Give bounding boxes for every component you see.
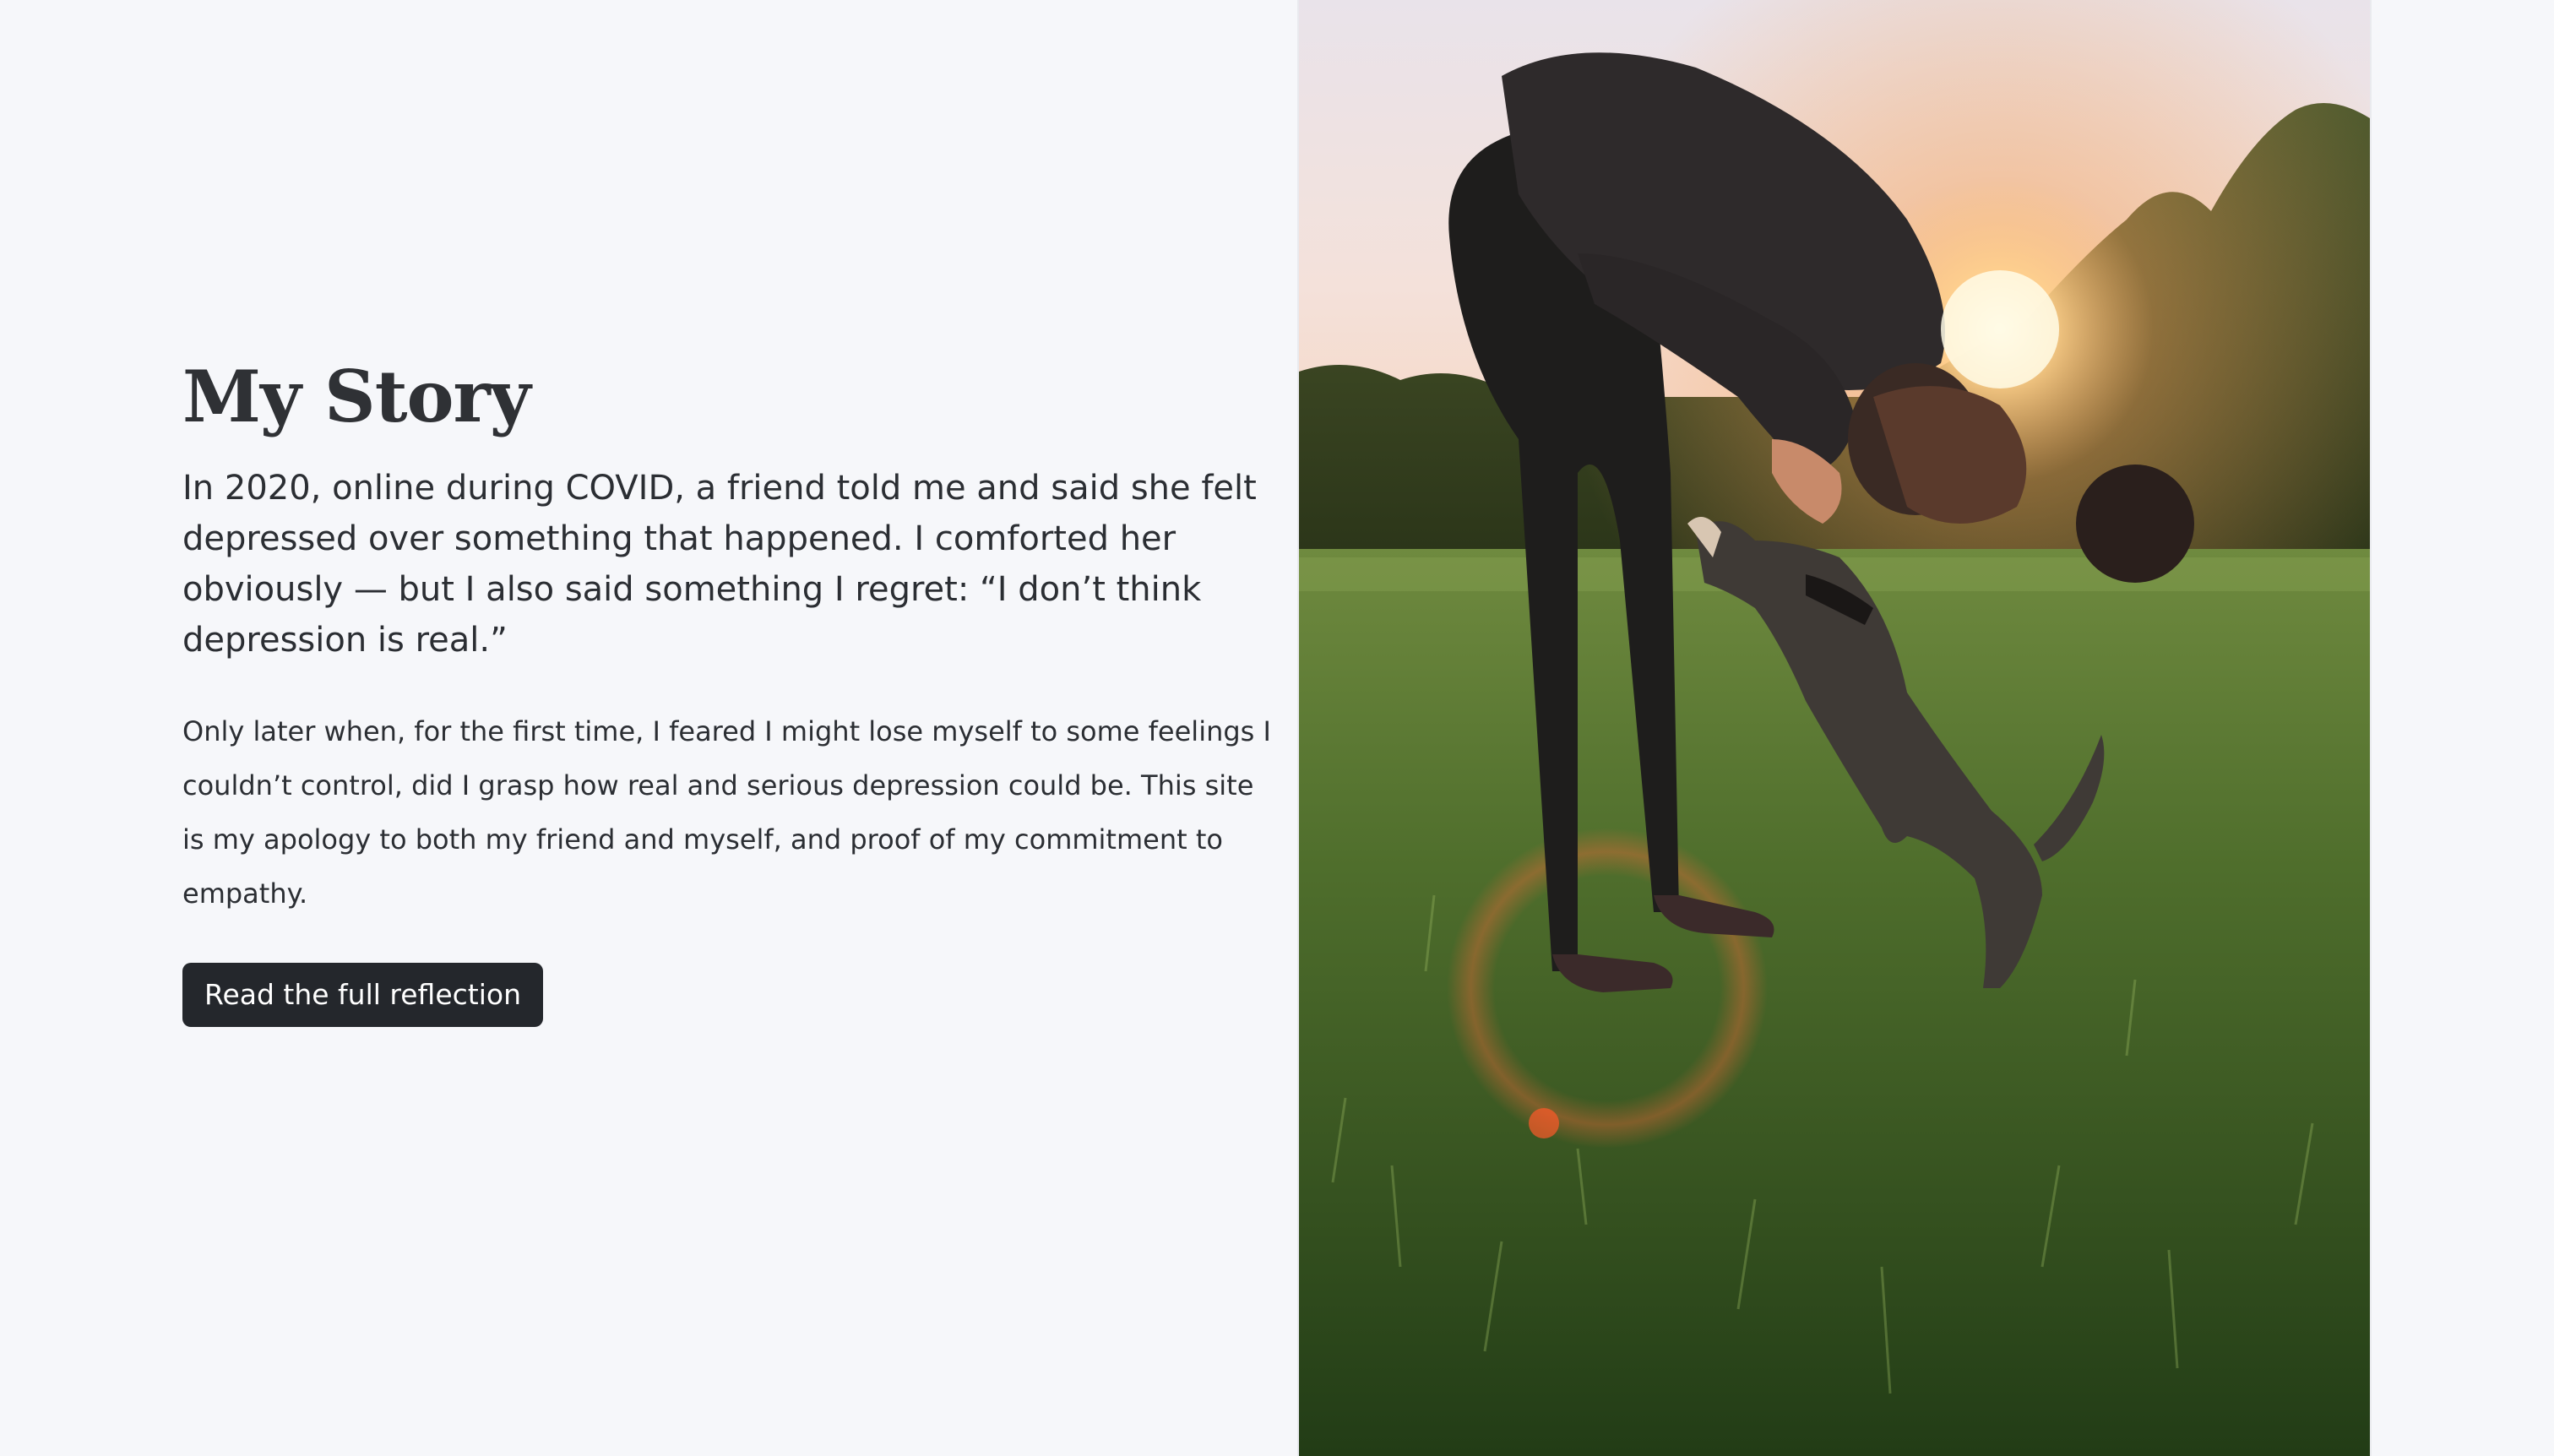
read-full-reflection-button[interactable]: Read the full reflection <box>182 963 544 1027</box>
story-section: My Story In 2020, online during COVID, a… <box>182 355 1280 1027</box>
person-with-dog-photo <box>1299 0 2370 1456</box>
story-body-paragraph: Only later when, for the first time, I f… <box>182 715 1271 910</box>
story-title: My Story <box>182 355 531 438</box>
story-lead-paragraph: In 2020, online during COVID, a friend t… <box>182 469 1257 660</box>
story-photo <box>1297 0 2372 1456</box>
